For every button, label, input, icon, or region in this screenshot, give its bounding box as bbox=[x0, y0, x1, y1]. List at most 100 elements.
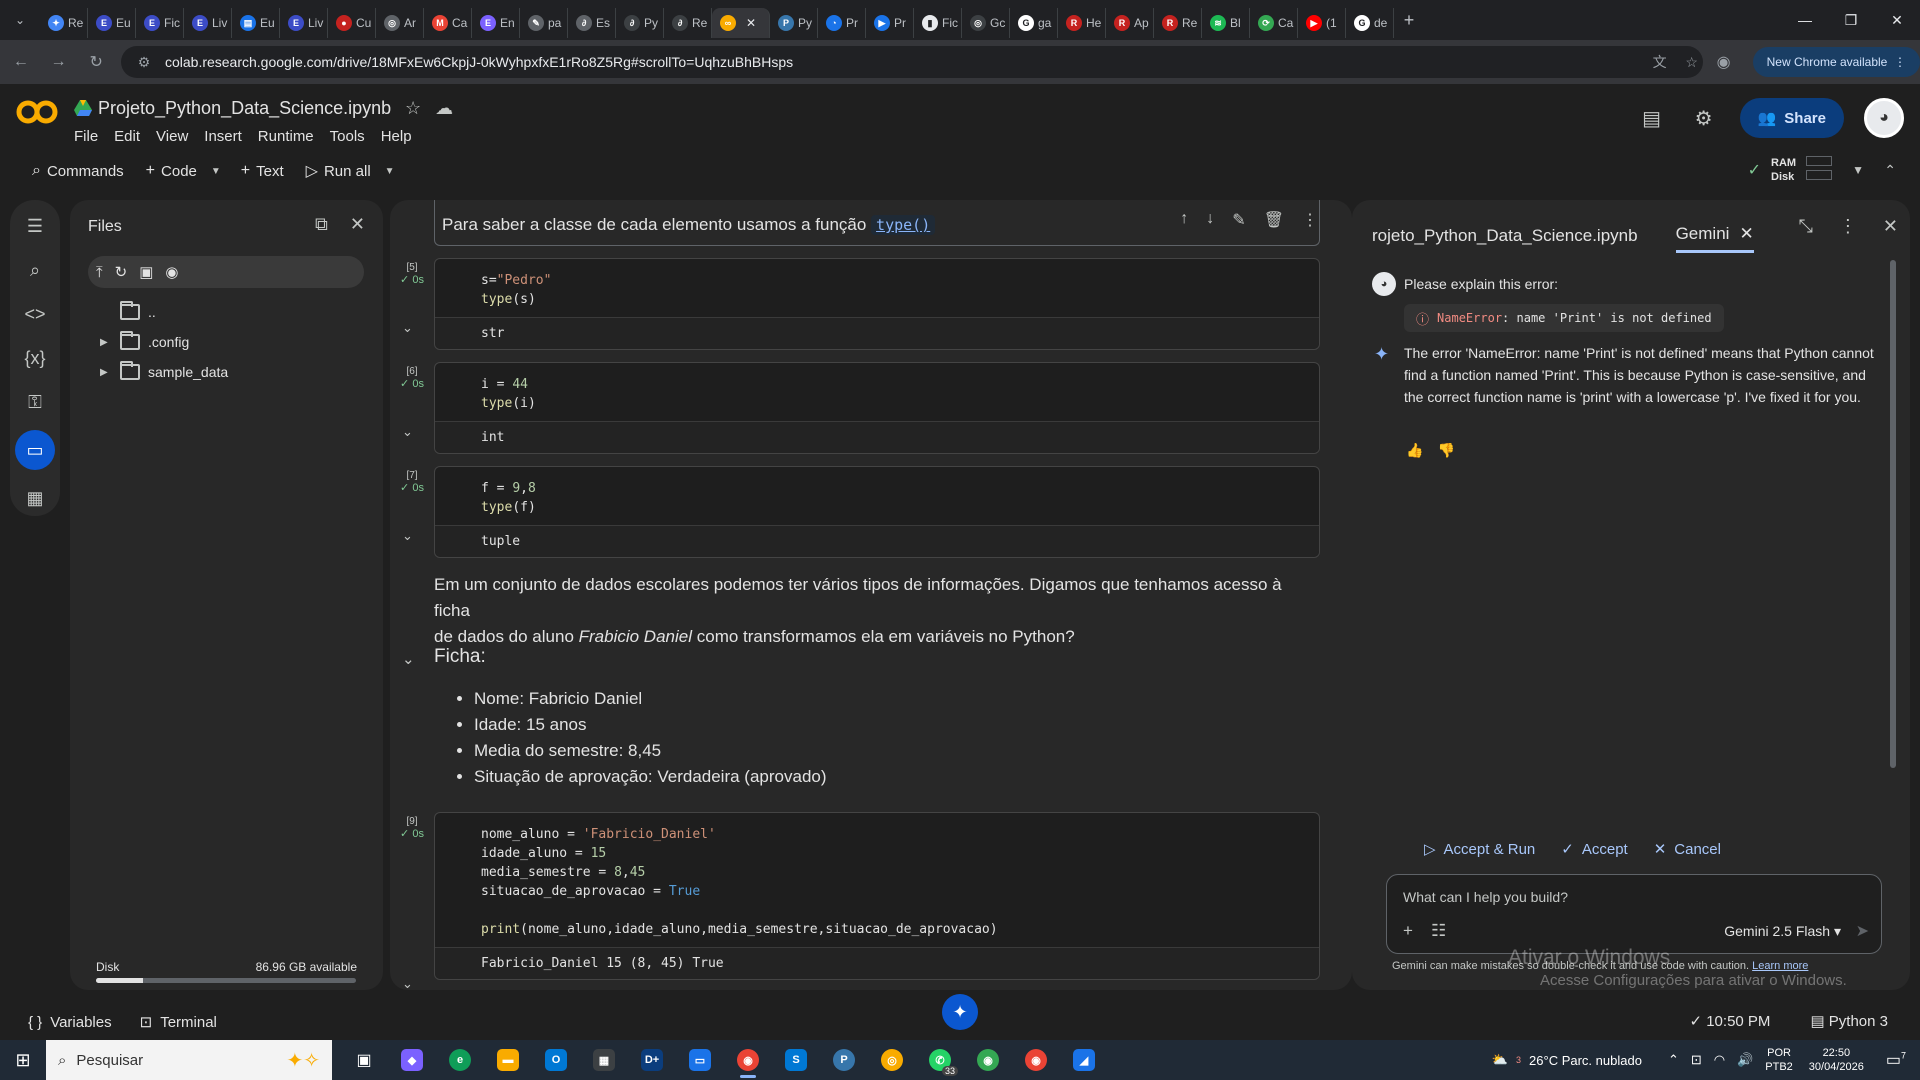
browser-tab[interactable]: Gde bbox=[1346, 8, 1394, 38]
accept-run-button[interactable]: ▷ Accept & Run bbox=[1424, 840, 1535, 859]
browser-tab[interactable]: E Liv bbox=[184, 8, 232, 38]
output-collapse-icon[interactable]: ⌄ bbox=[402, 528, 413, 544]
learn-more-link[interactable]: Learn more bbox=[1752, 960, 1808, 972]
address-bar[interactable]: ⚙ colab.research.google.com/drive/18MFxE… bbox=[120, 46, 1703, 78]
language-indicator[interactable]: POR PTB2 bbox=[1765, 1046, 1793, 1074]
browser-tab[interactable]: P Py bbox=[770, 8, 818, 38]
browser-tab[interactable]: ∂ Es bbox=[568, 8, 616, 38]
refresh-icon[interactable]: ↻ bbox=[115, 263, 128, 281]
cloud-save-icon[interactable]: ☁ bbox=[435, 98, 453, 119]
browser-tab[interactable]: ✎ pa bbox=[520, 8, 568, 38]
star-icon[interactable]: ☆ bbox=[405, 98, 421, 119]
variables-inspector-icon[interactable]: {x} bbox=[15, 342, 55, 374]
gemini-prompt-input[interactable]: What can I help you build? + ☷ Gemini 2.… bbox=[1386, 874, 1882, 954]
tray-overflow-icon[interactable]: ⌃ bbox=[1668, 1052, 1679, 1068]
cancel-button[interactable]: ✕ Cancel bbox=[1654, 840, 1721, 859]
table-of-contents-icon[interactable]: ☰ bbox=[15, 210, 55, 242]
file-tree-item[interactable]: .. bbox=[100, 301, 156, 320]
section-collapse-icon[interactable]: ⌄ bbox=[402, 650, 415, 668]
code-cell[interactable]: nome_aluno = 'Fabricio_Daniel' idade_alu… bbox=[434, 812, 1320, 980]
code-cell[interactable]: s="Pedro" type(s) str bbox=[434, 258, 1320, 350]
menu-edit[interactable]: Edit bbox=[114, 128, 140, 145]
windows-start-icon[interactable]: ⊞ bbox=[0, 1040, 46, 1080]
python-icon[interactable]: P bbox=[820, 1040, 868, 1080]
browser-tab[interactable]: E Liv bbox=[280, 8, 328, 38]
thumbs-down-icon[interactable]: 👎 bbox=[1437, 442, 1454, 459]
browser-tab[interactable]: E Eu bbox=[88, 8, 136, 38]
browser-tab[interactable]: ▶ Pr bbox=[866, 8, 914, 38]
menu-file[interactable]: File bbox=[74, 128, 98, 145]
notification-icon[interactable]: ▭7 bbox=[1886, 1050, 1906, 1070]
close-panel-icon[interactable]: ✕ bbox=[350, 214, 365, 235]
meet-icon[interactable]: ⊡ bbox=[1691, 1052, 1702, 1068]
menu-tools[interactable]: Tools bbox=[330, 128, 365, 145]
last-run-status[interactable]: ✓ 10:50 PM bbox=[1689, 1012, 1770, 1030]
new-chrome-available-button[interactable]: New Chrome available ⋮ bbox=[1752, 47, 1920, 77]
browser-tab[interactable]: ✦ Re bbox=[40, 8, 88, 38]
run-all-button[interactable]: ▷ Run all bbox=[298, 155, 379, 187]
expand-arrow-icon[interactable]: ▶ bbox=[100, 367, 112, 378]
browser-tab[interactable]: M Ca bbox=[424, 8, 472, 38]
collapse-panel-icon[interactable]: ⤡ bbox=[1799, 216, 1813, 237]
chrome-icon[interactable]: ◉ bbox=[724, 1040, 772, 1080]
comments-icon[interactable]: ▤ bbox=[1636, 102, 1668, 134]
chrome-profile-2-icon[interactable]: ◉ bbox=[1012, 1040, 1060, 1080]
wifi-icon[interactable]: ◠ bbox=[1714, 1052, 1725, 1068]
accept-button[interactable]: ✓ Accept bbox=[1561, 840, 1627, 859]
profile-icon[interactable]: ◉ bbox=[1717, 52, 1731, 72]
forward-icon[interactable]: → bbox=[42, 45, 76, 79]
files-folder-icon[interactable]: ▭ bbox=[15, 430, 55, 470]
delete-trash-icon[interactable]: 🗑 bbox=[1264, 210, 1284, 230]
notebook-title[interactable]: Projeto_Python_Data_Science.ipynb bbox=[98, 98, 391, 119]
run-all-dropdown-icon[interactable]: ▼ bbox=[385, 166, 395, 177]
close-tab-icon[interactable]: ✕ bbox=[746, 16, 756, 30]
site-info-icon[interactable]: ⚙ bbox=[133, 54, 155, 71]
data-table-icon[interactable]: ▦ bbox=[15, 482, 55, 514]
colab-logo[interactable] bbox=[16, 98, 58, 126]
file-explorer-icon[interactable]: ▬ bbox=[484, 1040, 532, 1080]
type-function-code[interactable]: type() bbox=[871, 215, 936, 235]
bookmark-star-icon[interactable]: ☆ bbox=[1681, 54, 1703, 71]
output-collapse-icon[interactable]: ⌄ bbox=[402, 320, 413, 336]
reload-icon[interactable]: ↻ bbox=[79, 45, 113, 79]
add-attachment-icon[interactable]: + bbox=[1403, 921, 1413, 941]
browser-tab[interactable]: R Ap bbox=[1106, 8, 1154, 38]
close-panel-icon[interactable]: ✕ bbox=[1883, 216, 1898, 237]
markdown-paragraph[interactable]: Em um conjunto de dados escolares podemo… bbox=[434, 572, 1320, 650]
account-avatar[interactable]: ◕ bbox=[1864, 98, 1904, 138]
browser-tab[interactable]: ◔ Pr bbox=[818, 8, 866, 38]
tab-gemini[interactable]: Gemini ✕ bbox=[1675, 224, 1754, 253]
settings-gear-icon[interactable]: ⚙ bbox=[1688, 102, 1720, 134]
app-icon[interactable]: ▭ bbox=[676, 1040, 724, 1080]
upload-icon[interactable]: ⤒ bbox=[96, 264, 103, 281]
variables-button[interactable]: { } Variables bbox=[28, 1014, 112, 1031]
more-options-icon[interactable]: ⋮ bbox=[1302, 210, 1318, 230]
browser-tab[interactable]: ∂ Re bbox=[664, 8, 712, 38]
gemini-fab-button[interactable]: ✦ bbox=[942, 994, 978, 1030]
terminal-button[interactable]: ⊡ Terminal bbox=[140, 1013, 217, 1032]
secrets-key-icon[interactable]: ⚿ bbox=[15, 386, 55, 418]
file-tree-item[interactable]: ▶ sample_data bbox=[100, 361, 228, 380]
move-down-icon[interactable]: ↓ bbox=[1206, 210, 1214, 230]
disney-plus-icon[interactable]: D+ bbox=[628, 1040, 676, 1080]
minimize-icon[interactable]: — bbox=[1782, 0, 1828, 40]
chrome-profile-icon[interactable]: ◉ bbox=[964, 1040, 1012, 1080]
runtime-dropdown-icon[interactable]: ▼ bbox=[1852, 163, 1864, 177]
code-source[interactable]: s="Pedro" type(s) bbox=[435, 259, 1319, 317]
add-text-button[interactable]: + Text bbox=[233, 156, 292, 186]
restore-icon[interactable]: ❐ bbox=[1828, 0, 1874, 40]
execution-count[interactable]: [6] ✓ 0s bbox=[398, 366, 426, 390]
gemini-scrollbar[interactable] bbox=[1890, 260, 1896, 768]
browser-tab[interactable]: ◎ Gc bbox=[962, 8, 1010, 38]
error-chip[interactable]: ⓘ NameError: name 'Print' is not defined bbox=[1404, 304, 1724, 332]
move-up-icon[interactable]: ↑ bbox=[1180, 210, 1188, 230]
outlook-icon[interactable]: O bbox=[532, 1040, 580, 1080]
browser-tab[interactable]: E En bbox=[472, 8, 520, 38]
collapse-header-icon[interactable]: ⌃ bbox=[1884, 162, 1896, 179]
volume-icon[interactable]: 🔊 bbox=[1737, 1052, 1753, 1068]
code-dropdown-icon[interactable]: ▼ bbox=[211, 166, 221, 177]
browser-tab[interactable]: ● Cu bbox=[328, 8, 376, 38]
media-player-icon[interactable]: ◎ bbox=[868, 1040, 916, 1080]
taskbar-search[interactable]: ⌕ Pesquisar ✦✧ bbox=[46, 1040, 332, 1080]
browser-tab[interactable]: ⟳ Ca bbox=[1250, 8, 1298, 38]
